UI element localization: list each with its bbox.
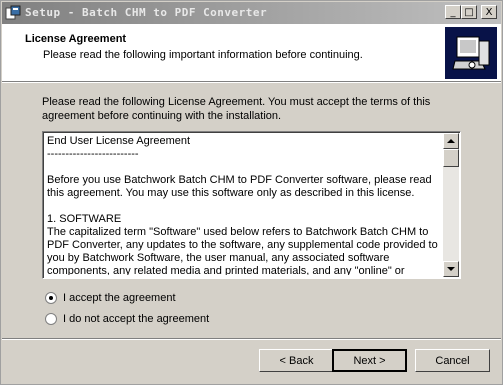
close-button[interactable]: X bbox=[481, 5, 497, 19]
decline-radio[interactable] bbox=[45, 313, 57, 325]
minimize-button[interactable]: _ bbox=[445, 5, 461, 19]
wizard-computer-icon bbox=[445, 27, 497, 79]
license-scrollbar[interactable] bbox=[443, 133, 459, 277]
installer-icon bbox=[5, 5, 21, 20]
scroll-down-button[interactable] bbox=[443, 261, 459, 277]
setup-window: Setup - Batch CHM to PDF Converter _ □ X… bbox=[0, 0, 503, 385]
maximize-button[interactable]: □ bbox=[461, 5, 477, 19]
scroll-thumb[interactable] bbox=[443, 149, 459, 167]
page-subtitle: Please read the following important info… bbox=[43, 49, 363, 61]
wizard-header: License Agreement Please read the follow… bbox=[2, 24, 501, 81]
license-text-box[interactable]: End User License Agreement -------------… bbox=[42, 131, 461, 279]
cancel-button[interactable]: Cancel bbox=[415, 349, 490, 372]
license-text: End User License Agreement -------------… bbox=[47, 135, 438, 275]
footer-separator bbox=[2, 338, 501, 340]
decline-label: I do not accept the agreement bbox=[63, 313, 210, 325]
accept-radio[interactable] bbox=[45, 292, 57, 304]
next-button[interactable]: Next > bbox=[332, 349, 407, 372]
header-separator bbox=[2, 81, 501, 83]
decline-option[interactable]: I do not accept the agreement bbox=[45, 313, 209, 325]
back-button[interactable]: < Back bbox=[259, 349, 334, 372]
page-title: License Agreement bbox=[25, 33, 127, 45]
title-bar[interactable]: Setup - Batch CHM to PDF Converter _ □ X bbox=[2, 2, 501, 24]
scroll-up-button[interactable] bbox=[443, 133, 459, 149]
intro-text: Please read the following License Agreem… bbox=[42, 96, 431, 122]
accept-option[interactable]: I accept the agreement bbox=[45, 292, 176, 304]
up-arrow-icon bbox=[447, 139, 455, 143]
window-title: Setup - Batch CHM to PDF Converter bbox=[25, 6, 268, 19]
down-arrow-icon bbox=[447, 267, 455, 271]
accept-label: I accept the agreement bbox=[63, 292, 176, 304]
